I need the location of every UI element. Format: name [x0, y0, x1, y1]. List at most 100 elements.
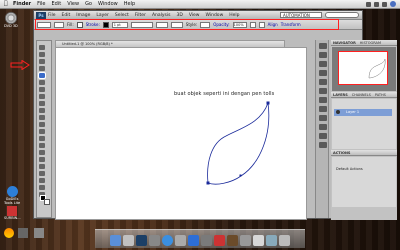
wifi-icon[interactable]	[366, 1, 371, 7]
ps-menu-analysis[interactable]: Analysis	[152, 13, 171, 18]
volume-icon[interactable]	[374, 1, 379, 7]
shape-tool-icon[interactable]	[39, 164, 45, 169]
stroke-options[interactable]	[155, 21, 168, 28]
panel-icon[interactable]	[319, 79, 327, 85]
stroke-type-dropdown[interactable]	[130, 21, 153, 28]
app-dock-icon[interactable]	[240, 235, 251, 246]
app-dock-icon[interactable]	[175, 235, 186, 246]
tab-navigator[interactable]: NAVIGATOR	[333, 40, 356, 45]
menu-view[interactable]: View	[67, 1, 79, 7]
panel-icon[interactable]	[319, 43, 327, 49]
type-tool-icon[interactable]	[39, 150, 45, 155]
navigator-thumbnail[interactable]	[338, 51, 388, 85]
pen-tool-icon[interactable]	[38, 72, 46, 79]
ps-menu-image[interactable]: Image	[76, 13, 90, 18]
desktop-icon-godies[interactable]: GoDIEs Tools Lite	[4, 186, 20, 205]
clone-tool-icon[interactable]	[39, 108, 45, 113]
quick-select-tool-icon[interactable]	[39, 66, 45, 71]
panel-icon[interactable]	[319, 133, 327, 139]
panel-icon[interactable]	[319, 70, 327, 76]
align-label[interactable]: Align	[268, 22, 278, 27]
style-picker[interactable]	[200, 21, 211, 28]
history-brush-icon[interactable]	[39, 115, 45, 120]
anchor-point[interactable]	[266, 101, 270, 105]
desktop-icon-c[interactable]	[34, 228, 44, 238]
eraser-tool-icon[interactable]	[39, 122, 45, 127]
app-dock-icon[interactable]	[227, 235, 238, 246]
menu-file[interactable]: File	[37, 1, 45, 7]
document-canvas[interactable]: buat objek seperti ini dengan pen tolls	[55, 47, 307, 220]
app-dock-icon[interactable]	[149, 235, 160, 246]
finder-icon[interactable]	[110, 235, 121, 246]
menu-finder[interactable]: Finder	[13, 1, 31, 7]
document-tab[interactable]: Untitled-1 @ 100% (RGB/8) *	[55, 40, 285, 47]
panel-icon[interactable]	[319, 61, 327, 67]
menu-go[interactable]: Go	[85, 1, 92, 7]
ps-menu-window[interactable]: Window	[206, 13, 224, 18]
menu-edit[interactable]: Edit	[52, 1, 62, 7]
healing-tool-icon[interactable]	[39, 94, 45, 99]
ps-menu-layer[interactable]: Layer	[96, 13, 109, 18]
tab-paths[interactable]: PATHS	[375, 92, 386, 97]
menu-window[interactable]: Window	[98, 1, 118, 7]
anchor-point[interactable]	[206, 181, 210, 185]
tab-channels[interactable]: CHANNELS	[352, 92, 371, 97]
brush-tool-icon[interactable]	[39, 101, 45, 106]
stroke-width-field[interactable]: 1 pt	[111, 21, 128, 28]
battery-icon[interactable]	[382, 1, 387, 7]
ps-menu-help[interactable]: Help	[229, 13, 239, 18]
desktop-icon-dvd[interactable]: DVD 3D	[4, 12, 18, 28]
panel-icon[interactable]	[319, 52, 327, 58]
hand-tool-icon[interactable]	[39, 185, 45, 190]
safari-icon[interactable]	[162, 235, 173, 246]
menu-help[interactable]: Help	[124, 1, 135, 7]
fill-swatch[interactable]	[76, 21, 83, 28]
shape-mode-button[interactable]	[54, 21, 64, 28]
background-color[interactable]	[44, 199, 50, 205]
move-tool-icon[interactable]	[39, 45, 45, 50]
tab-histogram[interactable]: HISTOGRAM	[360, 40, 381, 45]
anchor-point[interactable]	[239, 174, 242, 177]
stroke-swatch[interactable]	[102, 21, 109, 28]
search-input[interactable]	[325, 12, 359, 18]
dashboard-icon[interactable]	[123, 235, 134, 246]
panel-icon[interactable]	[319, 115, 327, 121]
panel-icon[interactable]	[319, 106, 327, 112]
ps-menu-filter[interactable]: Filter	[135, 13, 146, 18]
opacity-field[interactable]: 100%	[232, 21, 247, 28]
desktop-icon-a[interactable]	[4, 228, 14, 238]
color-swatches[interactable]	[40, 195, 50, 205]
width-field[interactable]	[170, 21, 183, 28]
ps-menu-file[interactable]: File	[48, 13, 56, 18]
ps-menu-select[interactable]: Select	[115, 13, 129, 18]
lasso-tool-icon[interactable]	[39, 59, 45, 64]
blur-tool-icon[interactable]	[39, 136, 45, 141]
3d-orbit-tool-icon[interactable]	[39, 178, 45, 183]
ps-menu-3d[interactable]: 3D	[176, 13, 182, 18]
panel-icon[interactable]	[319, 142, 327, 148]
panel-icon[interactable]	[319, 124, 327, 130]
tool-preset-picker[interactable]	[37, 21, 51, 28]
folder-icon[interactable]	[266, 235, 277, 246]
marquee-tool-icon[interactable]	[39, 52, 45, 57]
ps-menu-edit[interactable]: Edit	[62, 13, 71, 18]
tab-layers[interactable]: LAYERS	[333, 92, 348, 97]
panel-icon[interactable]	[319, 88, 327, 94]
eyedropper-tool-icon[interactable]	[39, 87, 45, 92]
app-dock-icon[interactable]	[253, 235, 264, 246]
tab-actions[interactable]: ACTIONS	[333, 150, 350, 155]
app-dock-icon[interactable]	[188, 235, 199, 246]
path-ops-button[interactable]	[249, 21, 256, 28]
apple-icon[interactable]: 	[4, 1, 10, 7]
ps-menu-view[interactable]: View	[189, 13, 200, 18]
photoshop-dock-icon[interactable]	[136, 235, 147, 246]
trash-icon[interactable]	[279, 235, 290, 246]
desktop-icon-b[interactable]	[18, 228, 28, 238]
action-set-row[interactable]: Default Actions	[336, 167, 363, 171]
path-select-tool-icon[interactable]	[39, 157, 45, 162]
layer-row[interactable]: Layer 1	[334, 109, 392, 116]
workspace-switcher[interactable]: AUTOMATION	[280, 12, 322, 18]
crop-tool-icon[interactable]	[39, 80, 45, 85]
gradient-tool-icon[interactable]	[39, 129, 45, 134]
panel-icon[interactable]	[319, 97, 327, 103]
